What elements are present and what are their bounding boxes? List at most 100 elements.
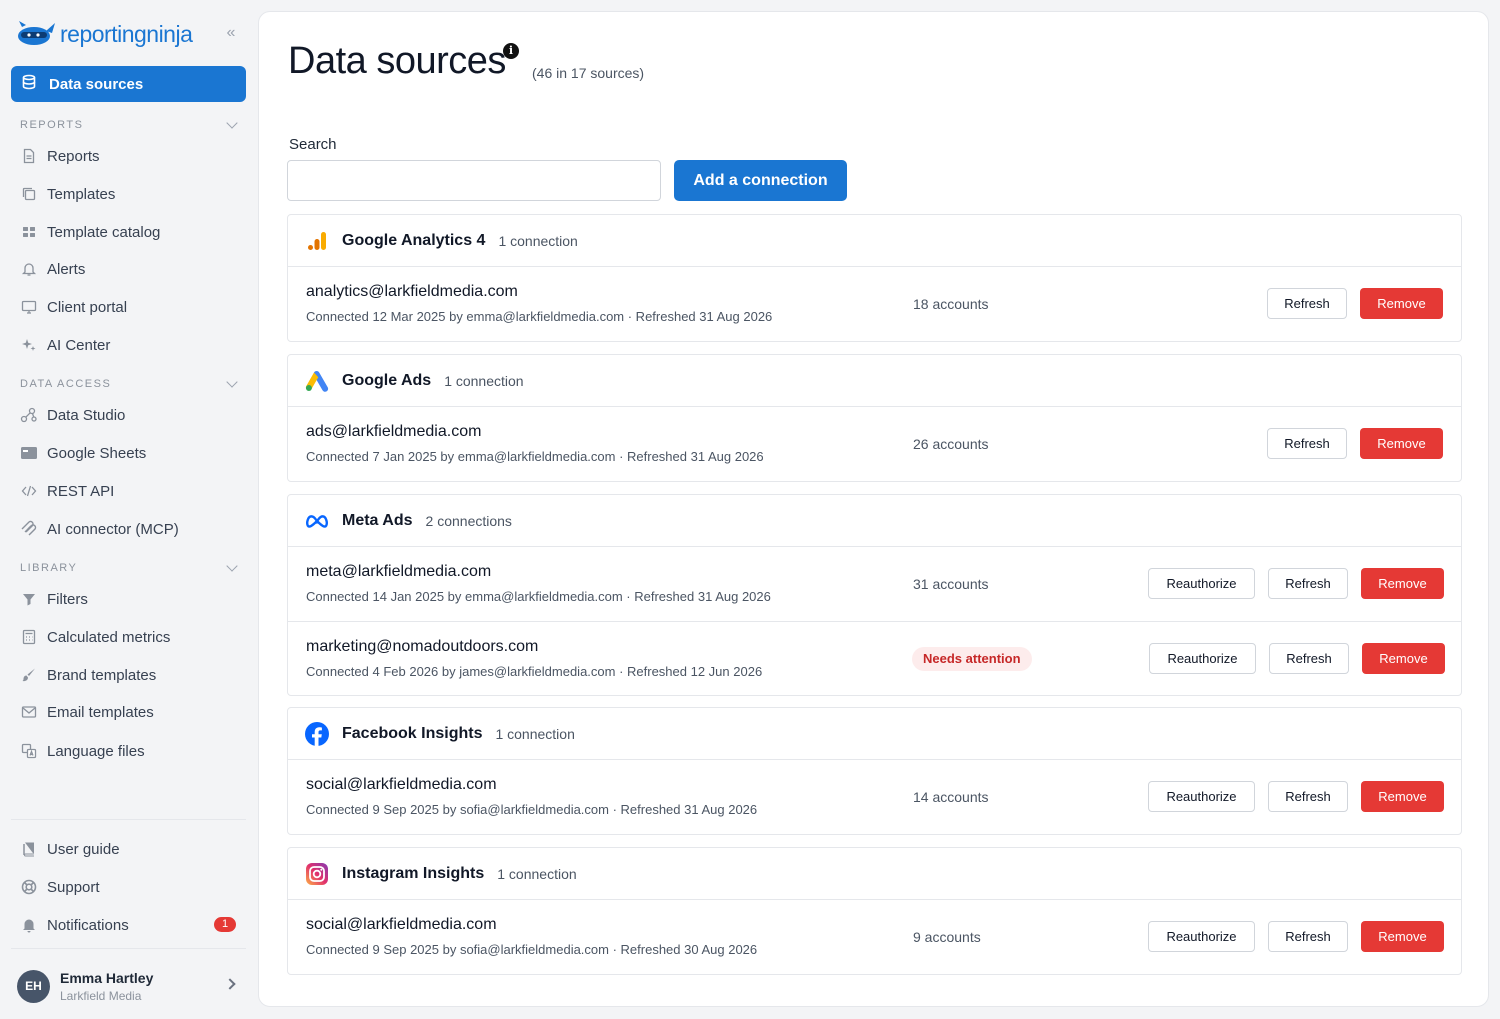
sidebar-item-data-sources[interactable]: Data sources [11,66,246,102]
sidebar-item-rest-api[interactable]: REST API [20,476,246,506]
language-icon [20,742,38,760]
connection-email: ads@larkfieldmedia.com [306,423,482,440]
refresh-button[interactable]: Refresh [1267,428,1347,459]
sidebar-divider [11,948,246,949]
mail-icon [20,703,38,721]
reauthorize-button[interactable]: Reauthorize [1148,568,1255,599]
user-name: Emma Hartley [60,969,154,986]
google-ads-icon [305,369,329,393]
sidebar-item-calculated-metrics[interactable]: Calculated metrics [20,622,246,652]
sidebar-item-template-catalog[interactable]: Template catalog [20,217,246,247]
ninja-logo-icon [16,17,56,52]
source-header: Google Analytics 4 1 connection [288,215,1461,267]
sidebar-item-templates[interactable]: Templates [20,179,246,209]
connection-meta: Connected 9 Sep 2025 by sofia@larkfieldm… [306,802,758,817]
sidebar-item-google-sheets[interactable]: Google Sheets [20,438,246,468]
remove-button[interactable]: Remove [1361,781,1444,812]
source-header: Google Ads 1 connection [288,355,1461,407]
source-name: Meta Ads [342,511,413,529]
sidebar: reportingninja « Data sources REPORTS Re… [0,0,258,1019]
bell-solid-icon [20,916,38,934]
account-count: 18 accounts [913,296,989,312]
source-count-subtitle: (46 in 17 sources) [532,65,645,81]
sidebar-item-notifications[interactable]: Notifications 1 [20,910,246,940]
remove-button[interactable]: Remove [1361,568,1444,599]
database-icon [21,74,37,94]
reauthorize-button[interactable]: Reauthorize [1148,781,1255,812]
avatar: EH [17,969,50,1003]
connection-count: 2 connections [425,512,512,529]
sidebar-item-client-portal[interactable]: Client portal [20,292,246,322]
connection-count: 1 connection [495,725,575,742]
app-logo[interactable]: reportingninja [16,16,193,52]
user-org: Larkfield Media [60,988,142,1003]
add-connection-button[interactable]: Add a connection [674,160,847,201]
section-library[interactable]: LIBRARY [20,559,242,577]
collapse-sidebar-button[interactable]: « [222,24,240,42]
mcp-icon [20,520,38,538]
refresh-button[interactable]: Refresh [1267,288,1347,319]
remove-button[interactable]: Remove [1360,428,1443,459]
instagram-icon [305,862,329,886]
bell-icon [20,260,38,278]
chevron-down-icon [226,117,238,129]
connection-row: analytics@larkfieldmedia.com Connected 1… [288,267,1461,341]
connection-count: 1 connection [497,865,577,882]
source-card-instagram-insights: Instagram Insights 1 connection social@l… [287,847,1462,975]
connection-meta: Connected 9 Sep 2025 by sofia@larkfieldm… [306,942,758,957]
section-data-access[interactable]: DATA ACCESS [20,375,242,393]
reauthorize-button[interactable]: Reauthorize [1148,921,1255,952]
account-count: 14 accounts [913,789,989,805]
sidebar-item-email-templates[interactable]: Email templates [20,697,246,727]
connection-count: 1 connection [444,372,524,389]
refresh-button[interactable]: Refresh [1268,568,1348,599]
sidebar-item-ai-connector[interactable]: AI connector (MCP) [20,514,246,544]
sidebar-item-reports[interactable]: Reports [20,141,246,171]
refresh-button[interactable]: Refresh [1268,781,1348,812]
sidebar-item-ai-center[interactable]: AI Center [20,330,246,360]
sidebar-item-alerts[interactable]: Alerts [20,254,246,284]
section-reports[interactable]: REPORTS [20,116,242,134]
connection-row: meta@larkfieldmedia.com Connected 14 Jan… [288,547,1461,621]
sidebar-item-support[interactable]: Support [20,872,246,902]
refresh-button[interactable]: Refresh [1269,643,1349,674]
source-card-google-ads: Google Ads 1 connection ads@larkfieldmed… [287,354,1462,482]
chevron-down-icon [226,560,238,572]
source-name: Google Analytics 4 [342,231,486,249]
sidebar-item-label: Data sources [49,75,144,93]
google-analytics-icon [305,229,329,253]
connection-email: analytics@larkfieldmedia.com [306,283,518,300]
refresh-button[interactable]: Refresh [1268,921,1348,952]
notification-count-badge: 1 [214,917,236,932]
search-input[interactable] [287,160,661,201]
connection-meta: Connected 14 Jan 2025 by emma@larkfieldm… [306,589,771,604]
info-icon[interactable]: i [503,43,519,59]
sheet-icon [20,444,38,462]
chevron-down-icon [226,376,238,388]
monitor-icon [20,298,38,316]
reauthorize-button[interactable]: Reauthorize [1149,643,1256,674]
search-label: Search [289,136,337,153]
sidebar-item-language-files[interactable]: Language files [20,736,246,766]
source-card-meta-ads: Meta Ads 2 connections meta@larkfieldmed… [287,494,1462,696]
connection-email: meta@larkfieldmedia.com [306,563,492,580]
remove-button[interactable]: Remove [1361,921,1444,952]
connection-email: marketing@nomadoutdoors.com [306,638,539,655]
remove-button[interactable]: Remove [1362,643,1445,674]
meta-icon [305,509,329,533]
connection-row: ads@larkfieldmedia.com Connected 7 Jan 2… [288,407,1461,481]
brush-icon [20,666,38,684]
remove-button[interactable]: Remove [1360,288,1443,319]
connection-meta: Connected 4 Feb 2026 by james@larkfieldm… [306,664,763,679]
account-count: 9 accounts [913,929,981,945]
filter-icon [20,590,38,608]
source-header: Instagram Insights 1 connection [288,848,1461,900]
sidebar-item-data-studio[interactable]: Data Studio [20,400,246,430]
user-menu[interactable]: EH Emma Hartley Larkfield Media [17,966,242,1006]
source-card-google-analytics-4: Google Analytics 4 1 connection analytic… [287,214,1462,342]
sidebar-item-brand-templates[interactable]: Brand templates [20,660,246,690]
code-icon [20,482,38,500]
status-badge: Needs attention [912,647,1032,671]
sidebar-item-user-guide[interactable]: User guide [20,834,246,864]
sidebar-item-filters[interactable]: Filters [20,584,246,614]
